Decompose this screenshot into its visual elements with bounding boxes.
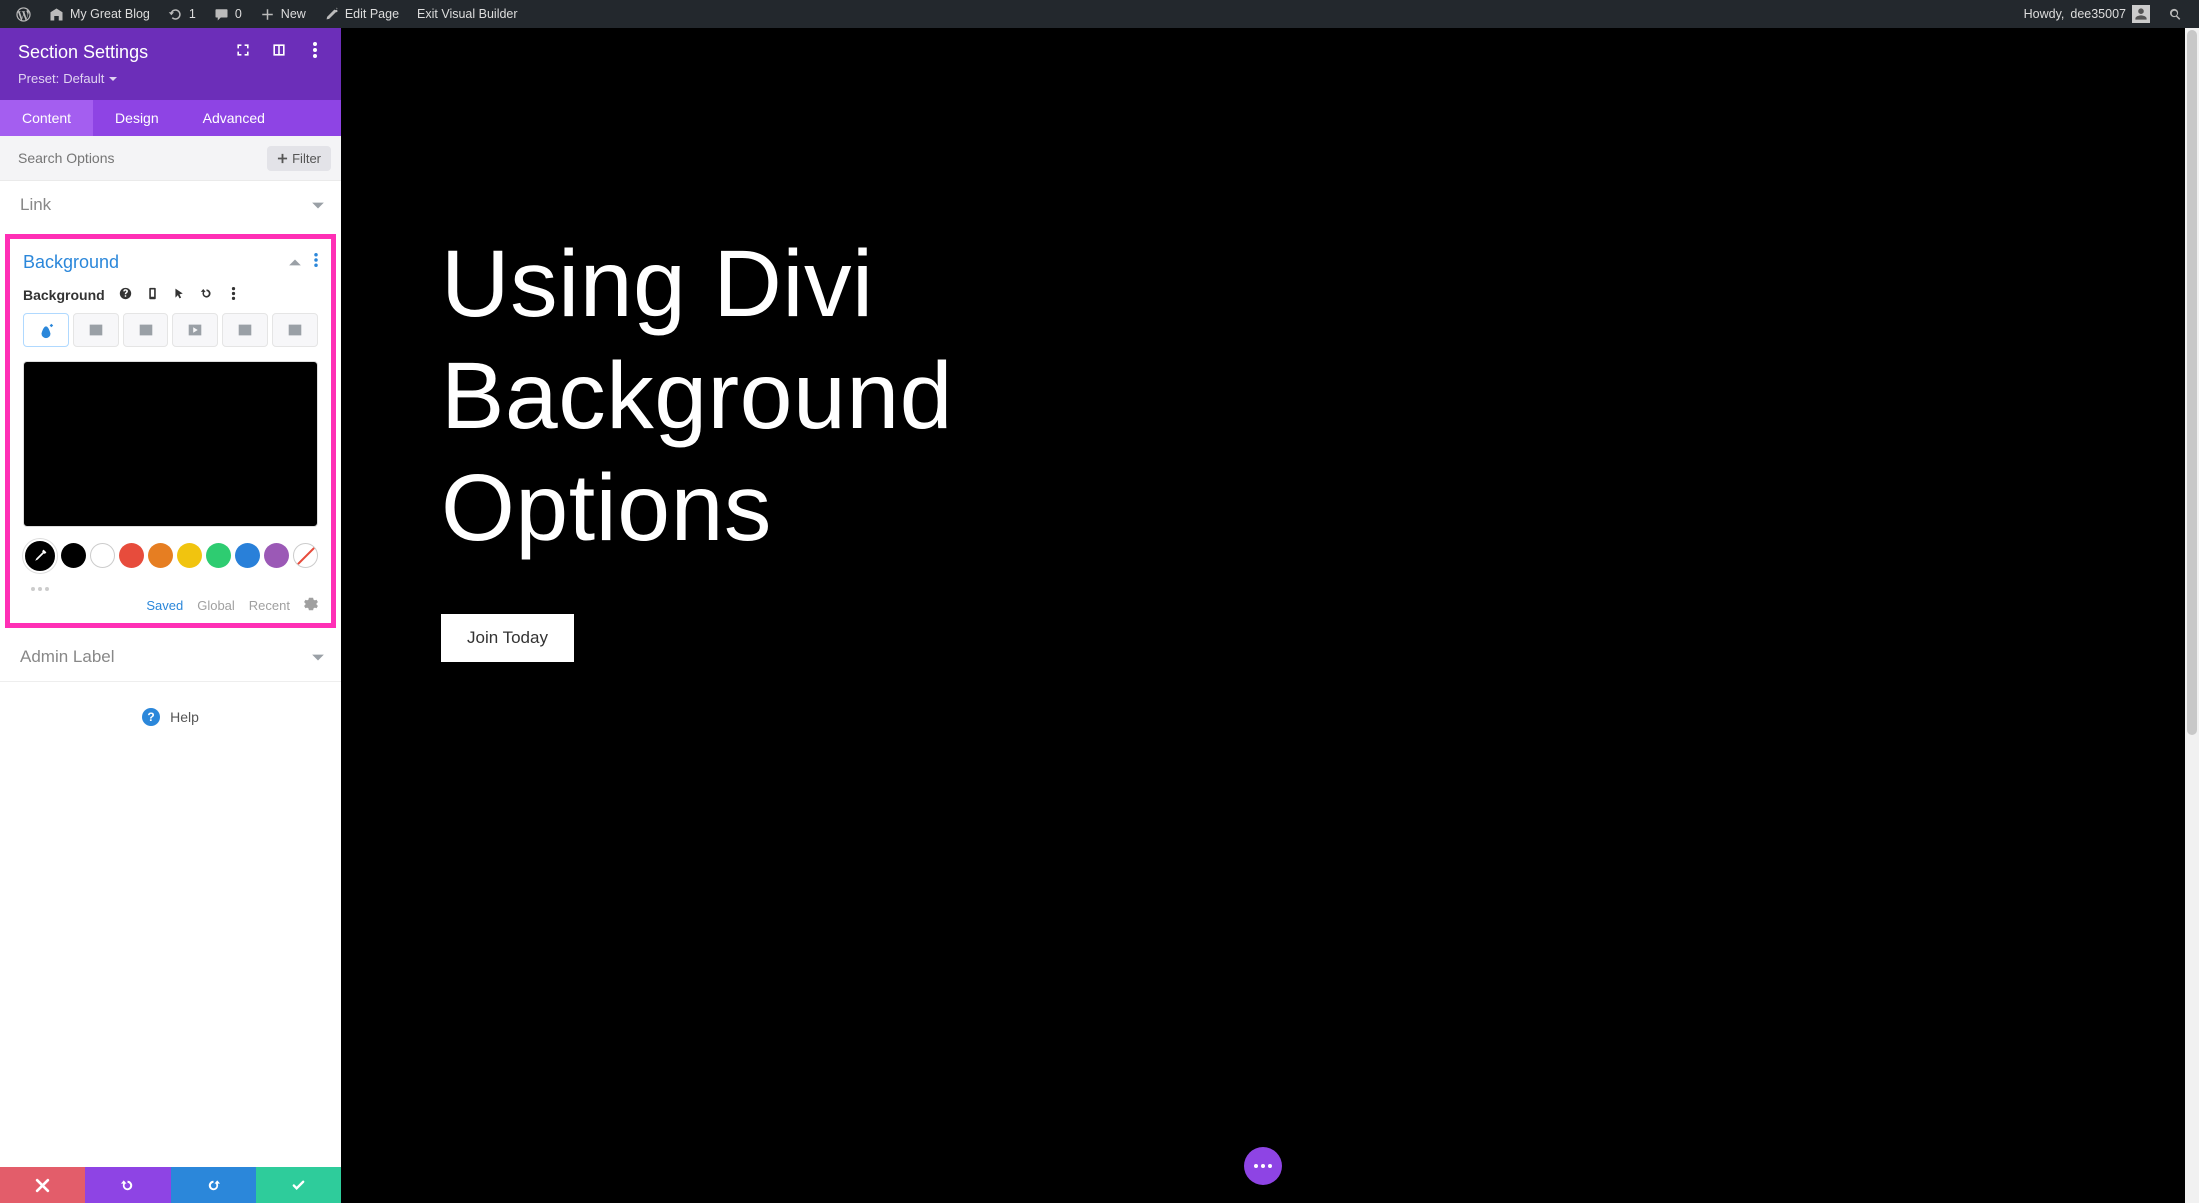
canvas-scrollbar[interactable] [2185, 28, 2199, 1203]
exit-visual-builder[interactable]: Exit Visual Builder [409, 0, 526, 28]
bg-type-pattern[interactable] [222, 313, 268, 347]
plus-icon [277, 153, 288, 164]
builder-fab[interactable] [1244, 1147, 1282, 1185]
bg-type-mask[interactable] [272, 313, 318, 347]
background-color-preview[interactable] [23, 361, 318, 527]
color-swatches [23, 539, 318, 573]
swatch-green[interactable] [206, 543, 231, 568]
howdy-prefix: Howdy, [2024, 7, 2065, 21]
preset-dropdown[interactable]: Preset: Default [18, 71, 323, 86]
group-link[interactable]: Link [0, 181, 341, 229]
settings-tabs: Content Design Advanced [0, 100, 341, 136]
field-more-icon[interactable] [227, 287, 240, 303]
palette-settings-icon[interactable] [304, 597, 318, 614]
edit-page-link[interactable]: Edit Page [316, 0, 407, 28]
reset-icon[interactable] [200, 287, 213, 303]
swatch-more-icon[interactable] [23, 581, 318, 591]
swatch-white[interactable] [90, 543, 115, 568]
cta-button[interactable]: Join Today [441, 614, 574, 662]
redo-button[interactable] [171, 1167, 256, 1203]
edit-page-label: Edit Page [345, 7, 399, 21]
page-canvas[interactable]: Using Divi Background Options Join Today [341, 28, 2185, 1203]
help-icon[interactable] [119, 287, 132, 303]
site-name-link[interactable]: My Great Blog [41, 0, 158, 28]
sidebar-header: Section Settings Preset: Default [0, 28, 341, 100]
help-icon: ? [142, 708, 160, 726]
swatch-orange[interactable] [148, 543, 173, 568]
palette-tab-saved[interactable]: Saved [146, 598, 183, 613]
sidebar-title: Section Settings [18, 42, 148, 63]
chevron-down-icon [108, 74, 118, 84]
swatch-purple[interactable] [264, 543, 289, 568]
avatar [2132, 5, 2150, 23]
save-button[interactable] [256, 1167, 341, 1203]
chevron-up-icon[interactable] [288, 256, 302, 270]
palette-tab-global[interactable]: Global [197, 598, 235, 613]
undo-button[interactable] [85, 1167, 170, 1203]
palette-tab-recent[interactable]: Recent [249, 598, 290, 613]
wp-search-icon[interactable] [2160, 0, 2191, 28]
search-row: Filter [0, 136, 341, 181]
group-background: Background Background [8, 237, 333, 625]
swatch-blue[interactable] [235, 543, 260, 568]
new-link[interactable]: New [252, 0, 314, 28]
hero-section: Using Divi Background Options Join Today [441, 228, 2085, 662]
wp-admin-bar: My Great Blog 1 0 New Edit Page Exit Vis… [0, 0, 2199, 28]
bg-type-color[interactable] [23, 313, 69, 347]
user-name: dee35007 [2070, 7, 2126, 21]
bg-type-gradient[interactable] [73, 313, 119, 347]
bg-type-video[interactable] [172, 313, 218, 347]
new-label: New [281, 7, 306, 21]
filter-button[interactable]: Filter [267, 146, 331, 171]
expand-icon[interactable] [235, 42, 251, 63]
howdy-user[interactable]: Howdy, dee35007 [2016, 0, 2158, 28]
group-admin-label[interactable]: Admin Label [0, 633, 341, 681]
swatch-yellow[interactable] [177, 543, 202, 568]
wp-logo[interactable] [8, 0, 39, 28]
swatch-red[interactable] [119, 543, 144, 568]
comments-link[interactable]: 0 [206, 0, 250, 28]
sidebar-footer [0, 1167, 341, 1203]
tab-content[interactable]: Content [0, 100, 93, 136]
eyedropper-button[interactable] [23, 539, 57, 573]
close-button[interactable] [0, 1167, 85, 1203]
settings-sidebar: Section Settings Preset: Default [0, 28, 341, 1203]
refresh-link[interactable]: 1 [160, 0, 204, 28]
swatch-black[interactable] [61, 543, 86, 568]
bg-type-image[interactable] [123, 313, 169, 347]
tab-advanced[interactable]: Advanced [181, 100, 287, 136]
chevron-down-icon [311, 650, 325, 664]
background-field-label: Background [23, 287, 105, 303]
responsive-icon[interactable] [146, 287, 159, 303]
hero-title[interactable]: Using Divi Background Options [441, 228, 2085, 564]
tab-design[interactable]: Design [93, 100, 181, 136]
group-more-icon[interactable] [314, 253, 318, 272]
refresh-count: 1 [189, 7, 196, 21]
site-name-text: My Great Blog [70, 7, 150, 21]
background-type-tabs [23, 313, 318, 347]
swatch-none[interactable] [293, 543, 318, 568]
wireframe-icon[interactable] [271, 42, 287, 63]
chevron-down-icon [311, 198, 325, 212]
comments-count: 0 [235, 7, 242, 21]
search-input[interactable] [10, 144, 267, 172]
help-link[interactable]: ? Help [0, 681, 341, 752]
more-icon[interactable] [307, 42, 323, 63]
hover-icon[interactable] [173, 287, 186, 303]
